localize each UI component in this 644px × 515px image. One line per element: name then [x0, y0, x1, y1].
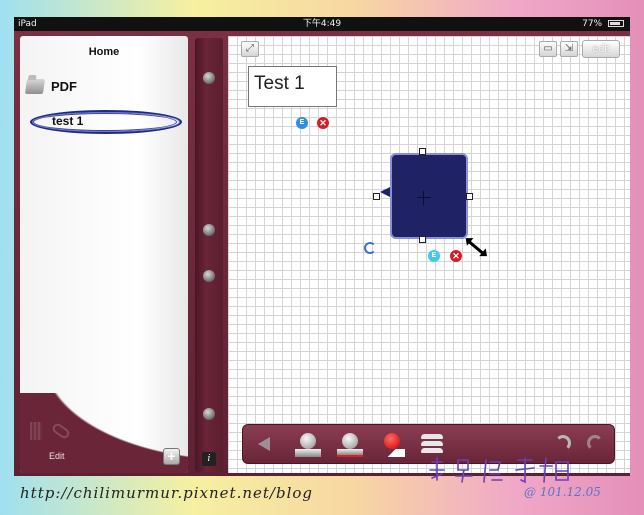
- drawing-canvas[interactable]: ⤢ ▭ ⇲ edit Test 1 E ✕ E ✕: [228, 36, 630, 473]
- battery-icon: [608, 20, 624, 27]
- ring-icon: [203, 224, 215, 236]
- back-arrow-icon[interactable]: [258, 437, 270, 451]
- sidebar-item-pdf[interactable]: PDF: [24, 76, 77, 96]
- delete-icon[interactable]: ✕: [450, 250, 462, 262]
- watermark-date: @ 101.12.05: [524, 485, 601, 499]
- sidebar-title: Home: [88, 46, 120, 58]
- battery-status: 77%: [582, 17, 624, 31]
- text-box[interactable]: Test 1: [248, 66, 337, 107]
- info-button[interactable]: i: [202, 452, 216, 466]
- resize-handle-right[interactable]: [466, 193, 473, 200]
- battery-percent: 77%: [582, 19, 603, 29]
- export-icon[interactable]: ⇲: [560, 41, 578, 57]
- sidebar-item-label: PDF: [51, 78, 77, 94]
- delete-icon[interactable]: ✕: [317, 117, 329, 129]
- move-crosshair-icon[interactable]: [417, 191, 431, 205]
- text-box-content: Test 1: [254, 73, 305, 94]
- canvas-edit-button[interactable]: edit: [582, 40, 620, 58]
- shape-outline-tool-icon[interactable]: [337, 433, 363, 457]
- edit-button[interactable]: Edit: [49, 451, 65, 461]
- status-bar: iPad 下午4:49 77%: [14, 17, 630, 31]
- color-tool-icon[interactable]: [379, 433, 405, 457]
- shape-fill-tool-icon[interactable]: [295, 433, 321, 457]
- sidebar: Home PDF test 1 Edit +: [20, 36, 188, 473]
- status-time: 下午4:49: [302, 19, 342, 29]
- resize-handle-top[interactable]: [419, 148, 426, 155]
- ring-icon: [203, 72, 215, 84]
- add-button[interactable]: +: [163, 448, 180, 465]
- trash-icon[interactable]: [30, 422, 42, 440]
- sidebar-item-test-1[interactable]: test 1: [30, 110, 182, 134]
- redo-icon[interactable]: [587, 435, 603, 451]
- watermark-url: http://chilimurmur.pixnet.net/blog: [20, 484, 314, 502]
- resize-handle-left[interactable]: [373, 193, 380, 200]
- ring-icon: [203, 270, 215, 282]
- undo-icon[interactable]: [555, 435, 571, 451]
- resize-handle-bottom[interactable]: [419, 236, 426, 243]
- image-icon[interactable]: ▭: [539, 41, 557, 57]
- signature-watermark: [429, 457, 569, 484]
- resize-arrow-icon[interactable]: [467, 239, 485, 256]
- edit-badge-icon[interactable]: E: [296, 117, 308, 129]
- sidebar-item-label: test 1: [52, 114, 84, 128]
- rotate-icon[interactable]: [364, 242, 376, 254]
- notebook-spine: i: [195, 38, 223, 472]
- ring-icon: [203, 408, 215, 420]
- expand-icon[interactable]: ⤢: [241, 41, 259, 57]
- line-style-tool-icon[interactable]: [421, 434, 445, 454]
- edit-badge-icon[interactable]: E: [428, 250, 440, 262]
- folder-icon: [24, 78, 46, 94]
